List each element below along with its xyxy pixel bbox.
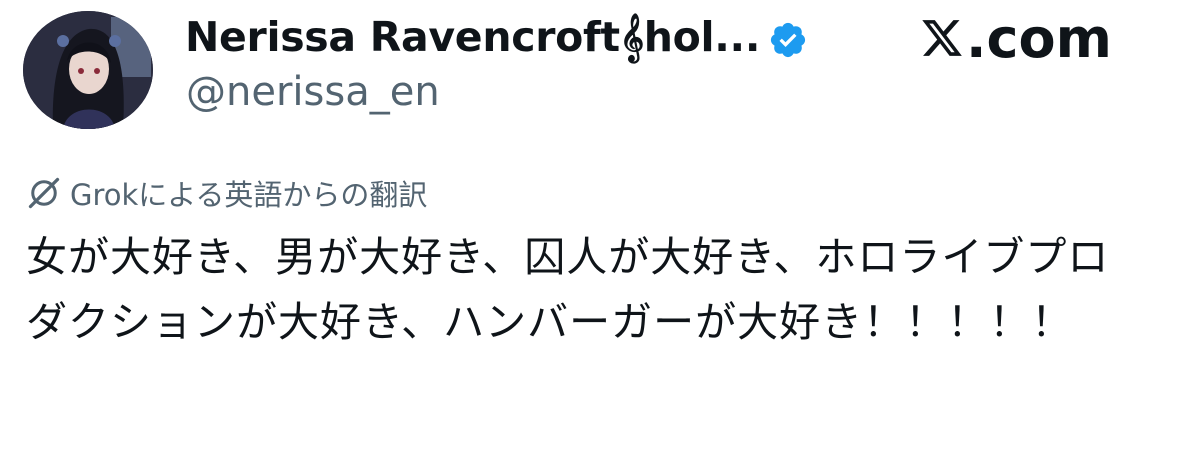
username-handle[interactable]: @nerissa_en: [186, 67, 440, 117]
grok-icon: [28, 177, 60, 209]
site-domain-label: .com: [966, 6, 1112, 70]
display-name[interactable]: Nerissa Ravencroft𝄞hol...: [185, 12, 760, 62]
translation-label: Grokによる英語からの翻訳: [70, 178, 428, 212]
translation-notice[interactable]: Grokによる英語からの翻訳: [26, 172, 427, 214]
tweet-text: 女が大好き、男が大好き、囚人が大好き、ホロライブプロダクションが大好き、ハンバー…: [26, 233, 1110, 346]
avatar-image: [23, 11, 153, 129]
verified-badge-icon: [770, 22, 806, 58]
site-brand: .com: [920, 7, 1112, 70]
x-logo-icon: [922, 20, 962, 56]
avatar[interactable]: [23, 11, 153, 129]
